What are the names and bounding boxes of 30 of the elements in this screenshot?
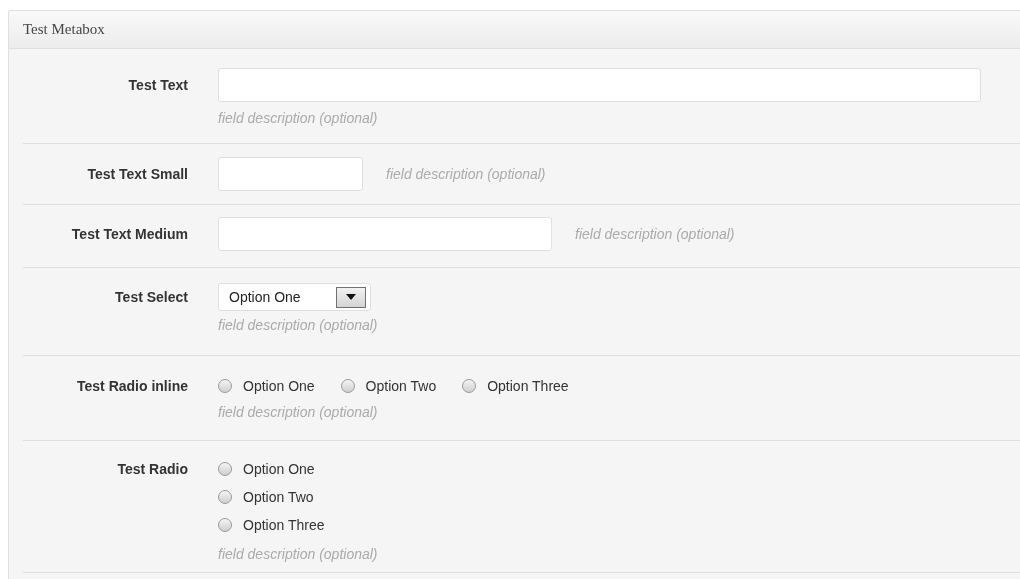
- metabox-title: Test Metabox: [23, 20, 105, 40]
- field-description: field description (optional): [218, 110, 379, 126]
- option-label: Option Two: [365, 376, 437, 396]
- radio-button[interactable]: [218, 490, 232, 504]
- field-label: Test Text Small: [86, 165, 188, 184]
- field-label: Test Text: [127, 76, 188, 95]
- radio-button[interactable]: [462, 379, 477, 393]
- option-label: Option Three: [243, 515, 325, 535]
- field-label: Test Radio inline: [76, 377, 188, 396]
- text-input-field[interactable]: [218, 68, 981, 102]
- field-description: field description (optional): [218, 546, 379, 562]
- text-input-field[interactable]: [218, 217, 552, 251]
- caret-icon: [336, 286, 366, 308]
- radio-button[interactable]: [218, 379, 232, 393]
- field-label: Test Text Medium: [70, 225, 188, 244]
- field-description: field description (optional): [218, 404, 379, 420]
- select-dropdown[interactable]: Option One: [218, 283, 371, 311]
- field-description: field description (optional): [218, 317, 379, 333]
- field-label: Test Select: [114, 288, 188, 307]
- field-description: field description (optional): [386, 166, 546, 182]
- field-label: Test Radio: [116, 460, 188, 479]
- option-label: Option Three: [487, 376, 569, 396]
- radio-button[interactable]: [218, 518, 232, 532]
- radio-button[interactable]: [218, 462, 232, 476]
- field-description: field description (optional): [575, 226, 735, 242]
- radio-button[interactable]: [340, 379, 355, 393]
- text-input-field[interactable]: [218, 157, 363, 191]
- option-label: Option One: [243, 459, 315, 479]
- option-label: Option One: [243, 376, 315, 396]
- option-label: Option Two: [243, 487, 314, 507]
